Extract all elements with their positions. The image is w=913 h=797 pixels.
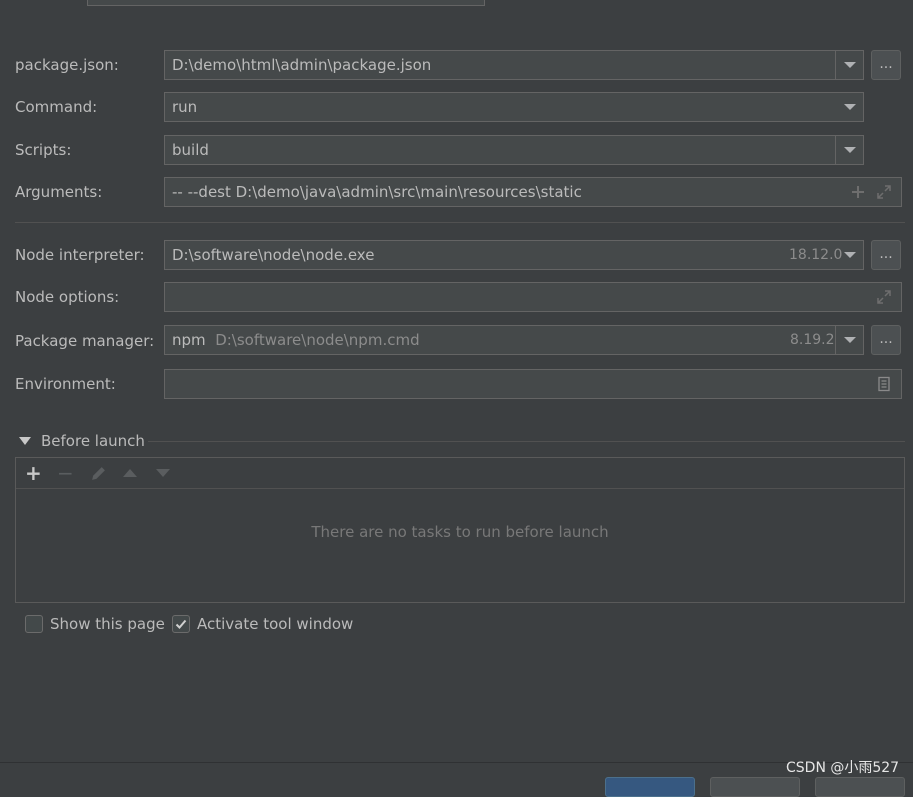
show-page-checkbox[interactable] bbox=[25, 615, 43, 633]
node-options-label: Node options: bbox=[15, 288, 120, 306]
bottom-divider bbox=[0, 762, 913, 763]
top-field-partial[interactable] bbox=[87, 0, 485, 6]
chevron-down-icon bbox=[844, 147, 856, 153]
package-json-value: D:\demo\html\admin\package.json bbox=[172, 56, 432, 74]
scripts-label: Scripts: bbox=[15, 141, 72, 159]
checkmark-icon bbox=[175, 619, 187, 629]
arguments-input[interactable]: -- --dest D:\demo\java\admin\src\main\re… bbox=[164, 177, 902, 207]
package-json-browse-button[interactable]: ... bbox=[871, 50, 901, 80]
ok-button[interactable] bbox=[605, 777, 695, 797]
package-manager-combo[interactable]: npm D:\software\node\npm.cmd 8.19.2 bbox=[164, 325, 864, 355]
move-down-icon[interactable] bbox=[155, 468, 171, 478]
node-interpreter-browse-button[interactable]: ... bbox=[871, 240, 901, 270]
environment-label: Environment: bbox=[15, 375, 116, 393]
activate-tool-window-checkbox[interactable] bbox=[172, 615, 190, 633]
edit-pencil-icon[interactable] bbox=[90, 465, 107, 482]
expand-icon[interactable] bbox=[876, 184, 892, 200]
arguments-value: -- --dest D:\demo\java\admin\src\main\re… bbox=[172, 183, 582, 201]
command-combo[interactable]: run bbox=[164, 92, 864, 122]
node-options-input[interactable] bbox=[164, 282, 902, 312]
scripts-dropdown-button[interactable] bbox=[835, 136, 863, 164]
apply-button[interactable] bbox=[815, 777, 905, 797]
remove-task-button[interactable]: − bbox=[57, 461, 74, 485]
node-version: 18.12.0 bbox=[789, 247, 843, 263]
expand-icon[interactable] bbox=[876, 289, 892, 305]
watermark-text: CSDN @小雨527 bbox=[786, 760, 900, 776]
environment-input[interactable] bbox=[164, 369, 902, 399]
scripts-value: build bbox=[172, 141, 209, 159]
document-icon[interactable] bbox=[876, 376, 892, 392]
chevron-down-icon bbox=[844, 337, 856, 343]
before-launch-toolbar: + − bbox=[16, 458, 904, 489]
plus-icon[interactable] bbox=[850, 184, 866, 200]
package-manager-path: D:\software\node\npm.cmd bbox=[215, 331, 420, 349]
package-json-label: package.json: bbox=[15, 56, 119, 74]
command-value: run bbox=[172, 98, 198, 116]
chevron-down-icon bbox=[844, 62, 856, 68]
before-launch-divider bbox=[148, 441, 905, 442]
package-manager-name: npm bbox=[172, 331, 206, 349]
section-divider bbox=[15, 222, 905, 223]
empty-tasks-message: There are no tasks to run before launch bbox=[311, 523, 609, 541]
scripts-combo[interactable]: build bbox=[164, 135, 864, 165]
package-manager-browse-button[interactable]: ... bbox=[871, 325, 901, 355]
node-interpreter-dropdown-button[interactable] bbox=[836, 241, 863, 269]
node-interpreter-combo[interactable]: D:\software\node\node.exe 18.12.0 bbox=[164, 240, 864, 270]
cancel-button[interactable] bbox=[710, 777, 800, 797]
package-manager-dropdown-button[interactable] bbox=[835, 326, 863, 354]
package-json-combo[interactable]: D:\demo\html\admin\package.json bbox=[164, 50, 864, 80]
activate-tool-window-label[interactable]: Activate tool window bbox=[197, 614, 353, 634]
command-label: Command: bbox=[15, 98, 98, 116]
chevron-down-icon bbox=[844, 252, 856, 258]
before-launch-panel: + − There are no tasks to run before lau… bbox=[15, 457, 905, 603]
move-up-icon[interactable] bbox=[122, 468, 138, 478]
arguments-label: Arguments: bbox=[15, 183, 103, 201]
node-interpreter-label: Node interpreter: bbox=[15, 246, 145, 264]
command-dropdown-button[interactable] bbox=[836, 93, 863, 121]
package-manager-version: 8.19.2 bbox=[790, 332, 835, 348]
package-manager-value: npm D:\software\node\npm.cmd bbox=[172, 326, 420, 354]
chevron-down-icon bbox=[844, 104, 856, 110]
node-interpreter-value: D:\software\node\node.exe bbox=[172, 246, 375, 264]
package-json-dropdown-button[interactable] bbox=[835, 51, 863, 79]
show-page-label[interactable]: Show this page bbox=[50, 614, 165, 634]
collapse-triangle-icon[interactable] bbox=[18, 436, 32, 446]
add-task-button[interactable]: + bbox=[25, 461, 42, 485]
package-manager-label: Package manager: bbox=[15, 332, 155, 350]
before-launch-title[interactable]: Before launch bbox=[41, 430, 145, 452]
